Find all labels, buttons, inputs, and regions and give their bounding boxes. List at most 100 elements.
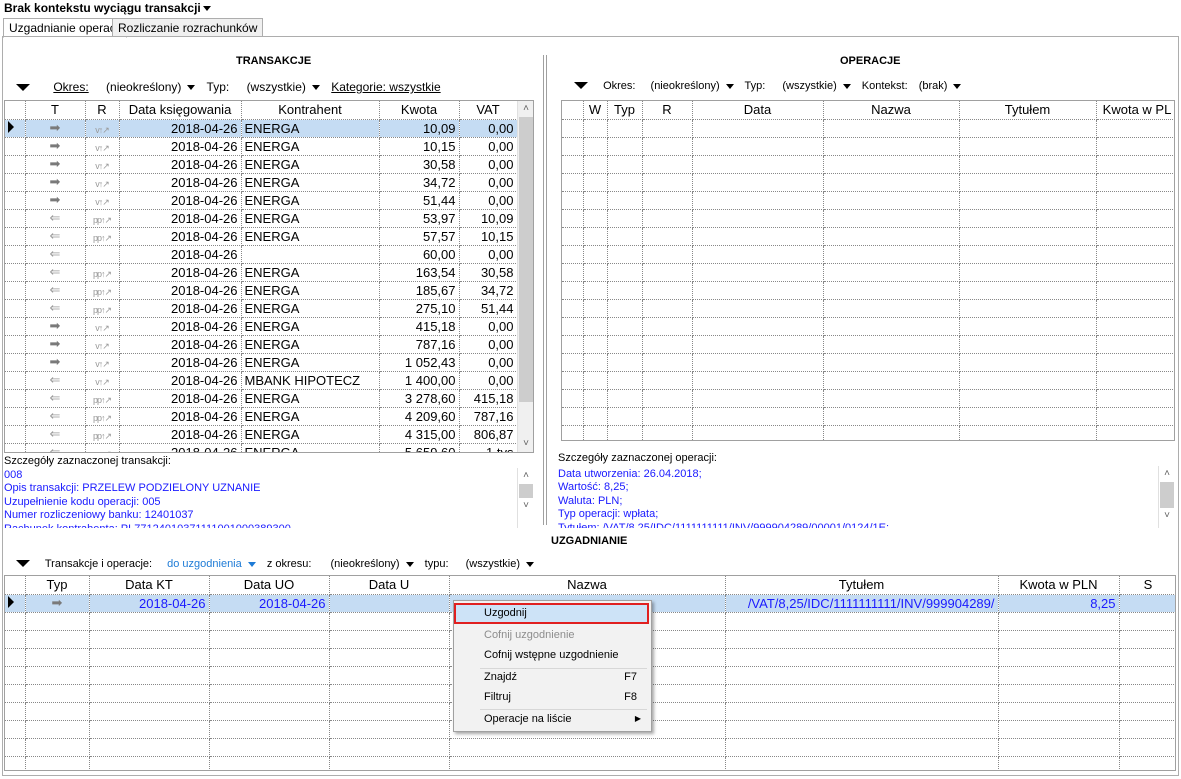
collapse-icon[interactable]	[574, 82, 588, 89]
col-s[interactable]: S	[1119, 576, 1175, 595]
status-dropdown[interactable]: do uzgodnienia	[167, 558, 260, 570]
v-status-icon: v↑↗	[95, 196, 110, 207]
col-t[interactable]: T	[25, 101, 86, 120]
cell-kontrahent: ENERGA	[241, 209, 380, 228]
kategorie-link[interactable]: Kategorie: wszystkie	[331, 80, 440, 94]
table-row[interactable]: ⇐ pp↑↗ 2018-04-26 ENERGA 4 315,00 806,87	[5, 425, 518, 444]
cell-kwota: 787,16	[379, 335, 460, 354]
menu-item-znajdz[interactable]: Znajdź F7	[456, 666, 649, 688]
cell-vat: 30,58	[459, 263, 518, 282]
col-kwota[interactable]: Kwota w PLN	[998, 576, 1120, 595]
transakcje-grid: T R Data księgowania Kontrahent Kwota VAT ➡ v↑…	[4, 100, 534, 453]
table-row[interactable]: ➡ v↑↗ 2018-04-26 ENERGA 10,15 0,00	[5, 137, 518, 156]
cell-kontrahent: ENERGA	[241, 191, 380, 210]
kontekst-dropdown[interactable]: (brak)	[919, 80, 966, 92]
cell-vat: 806,87	[459, 425, 518, 444]
cell-kontrahent: ENERGA	[241, 173, 380, 192]
table-row[interactable]: ➡ v↑↗ 2018-04-26 ENERGA 415,18 0,00	[5, 317, 518, 336]
operacje-title: OPERACJE	[840, 55, 901, 67]
incoming-arrow-icon: ➡	[49, 336, 61, 351]
outgoing-arrow-icon: ⇐	[49, 282, 61, 297]
cell-vat: 51,44	[459, 299, 518, 318]
table-row[interactable]: ⇐ pp↑↗ 2018-04-26 ENERGA 4 209,60 787,16	[5, 407, 518, 426]
typ-dropdown[interactable]: (wszystkie)	[247, 80, 324, 94]
table-row[interactable]: ➡ v↑↗ 2018-04-26 ENERGA 51,44 0,00	[5, 191, 518, 210]
tab-rozliczanie-rozrachunkow[interactable]: Rozliczanie rozrachunków	[112, 18, 264, 37]
col-data[interactable]: Data księgowania	[119, 101, 242, 120]
cell-kontrahent: ENERGA	[241, 299, 380, 318]
col-kwota[interactable]: Kwota	[379, 101, 460, 120]
table-row[interactable]: ⇐ pp↑↗ 2018-04-26 ENERGA 53,97 10,09	[5, 209, 518, 228]
v-status-icon: v↑↗	[95, 142, 110, 153]
table-row[interactable]: ⇐ 2018-04-26 60,00 0,00	[5, 245, 518, 264]
table-row[interactable]: ➡ v↑↗ 2018-04-26 ENERGA 10,09 0,00	[5, 119, 518, 138]
typ-dropdown[interactable]: (wszystkie)	[782, 80, 854, 92]
table-row[interactable]: ⇐ v↑↗ 2018-04-26 MBANK HIPOTECZ 1 400,00 0,00	[5, 371, 518, 390]
cell-date: 2018-04-26	[119, 443, 242, 452]
col-r[interactable]: R	[85, 101, 120, 120]
table-row[interactable]: ➡ v↑↗ 2018-04-26 ENERGA 1 052,43 0,00	[5, 353, 518, 372]
menu-item-filtruj[interactable]: Filtruj F8	[456, 686, 649, 708]
operacje-details: Szczegóły zaznaczonej operacji: Data utw…	[558, 452, 1175, 528]
cell-date: 2018-04-26	[119, 173, 242, 192]
tab-uzgadnianie-operacji[interactable]: Uzgadnianie operacji	[3, 18, 128, 38]
okres-dropdown[interactable]: (nieokreślony)	[106, 80, 199, 94]
col-vat[interactable]: VAT	[459, 101, 518, 120]
col-data-uo[interactable]: Data UO	[209, 576, 330, 595]
menu-item-cofnij-wstepne[interactable]: Cofnij wstępne uzgodnienie	[456, 644, 649, 666]
cell-date: 2018-04-26	[119, 263, 242, 282]
col-tytulem[interactable]: Tytułem	[959, 101, 1097, 120]
typ-dropdown[interactable]: (wszystkie)	[466, 558, 538, 570]
table-row[interactable]: ⇐ pp↑↗ 2018-04-26 ENERGA 275,10 51,44	[5, 299, 518, 318]
window-title[interactable]: Brak kontekstu wyciągu transakcji	[4, 1, 211, 15]
col-data-kt[interactable]: Data KT	[89, 576, 210, 595]
col-w[interactable]: W	[583, 101, 608, 120]
col-data-u[interactable]: Data U	[329, 576, 450, 595]
table-row[interactable]: ➡ v↑↗ 2018-04-26 ENERGA 30,58 0,00	[5, 155, 518, 174]
cell-kontrahent: ENERGA	[241, 227, 380, 246]
cell-kwota: 53,97	[379, 209, 460, 228]
col-kwota[interactable]: Kwota w PL	[1096, 101, 1174, 120]
col-nazwa[interactable]: Nazwa	[449, 576, 726, 595]
pp-status-icon: pp↑↗	[92, 412, 112, 423]
table-row[interactable]: ⇐ pp↑↗ 2018-04-26 ENERGA 3 278,60 415,18	[5, 389, 518, 408]
detail-line: Numer rozliczeniowy banku: 12401037	[4, 509, 194, 521]
col-data[interactable]: Data	[692, 101, 824, 120]
table-row[interactable]: ⇐ pp↑↗ 2018-04-26ENERGA5 659,601 tys	[5, 443, 518, 452]
cell-kwota: 10,15	[379, 137, 460, 156]
pp-status-icon: pp↑↗	[92, 286, 112, 297]
col-r[interactable]: R	[642, 101, 693, 120]
dropdown-icon	[202, 6, 211, 12]
col-tytulem[interactable]: Tytułem	[725, 576, 999, 595]
collapse-icon[interactable]	[16, 84, 30, 91]
col-kontrahent[interactable]: Kontrahent	[241, 101, 380, 120]
splitter[interactable]	[543, 55, 547, 525]
outgoing-arrow-icon: ⇐	[49, 408, 61, 423]
okres-dropdown[interactable]: (nieokreślony)	[651, 80, 738, 92]
detail-line: Opis transakcji: PRZELEW PODZIELONY UZNA…	[4, 482, 261, 494]
detail-line: Typ operacji: wpłata;	[558, 508, 659, 520]
context-menu: Uzgodnij Cofnij uzgodnienie Cofnij wstęp…	[453, 600, 652, 732]
table-row[interactable]: ⇐ pp↑↗ 2018-04-26 ENERGA 57,57 10,15	[5, 227, 518, 246]
details-scrollbar[interactable]: ˄ ˅	[517, 468, 534, 528]
empty-row	[562, 317, 1174, 336]
col-typ[interactable]: Typ	[25, 576, 90, 595]
menu-item-operacje-na-liscie[interactable]: Operacje na liście ▶	[456, 708, 649, 730]
table-row[interactable]: ➡ v↑↗ 2018-04-26 ENERGA 34,72 0,00	[5, 173, 518, 192]
menu-item-uzgodnij[interactable]: Uzgodnij	[454, 603, 649, 624]
empty-row	[562, 353, 1174, 372]
okres-dropdown[interactable]: (nieokreślony)	[331, 558, 418, 570]
details-scrollbar[interactable]: ˄ ˅	[1158, 466, 1175, 528]
incoming-arrow-icon: ➡	[49, 138, 61, 153]
table-row[interactable]: ⇐ pp↑↗ 2018-04-26 ENERGA 185,67 34,72	[5, 281, 518, 300]
table-row[interactable]: ➡ v↑↗ 2018-04-26 ENERGA 787,16 0,00	[5, 335, 518, 354]
cell-kwota: 185,67	[379, 281, 460, 300]
cell-kwota: 1 052,43	[379, 353, 460, 372]
cell-vat: 0,00	[459, 155, 518, 174]
table-row[interactable]: ⇐ pp↑↗ 2018-04-26 ENERGA 163,54 30,58	[5, 263, 518, 282]
col-nazwa[interactable]: Nazwa	[823, 101, 960, 120]
col-typ[interactable]: Typ	[607, 101, 643, 120]
transakcje-scrollbar[interactable]: ˄ ˅	[517, 101, 533, 452]
menu-item-cofnij-uzgodnienie[interactable]: Cofnij uzgodnienie	[456, 624, 649, 646]
collapse-icon[interactable]	[16, 560, 30, 567]
